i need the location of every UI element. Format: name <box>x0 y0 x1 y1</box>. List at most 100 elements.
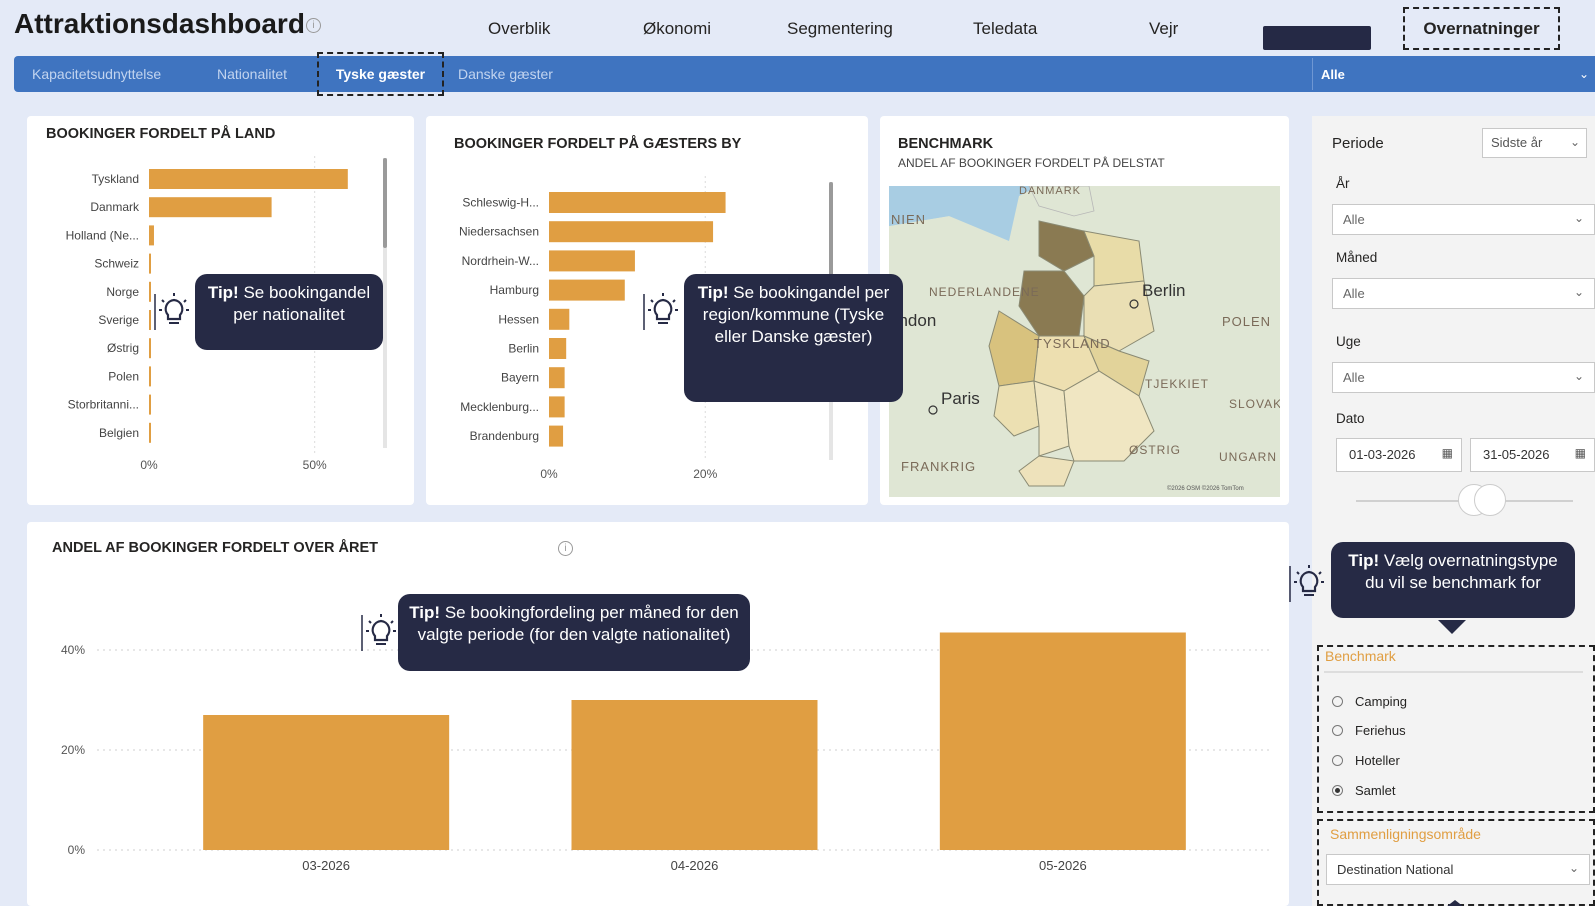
bar <box>149 253 151 274</box>
tip-text: Se bookingfordeling per måned for den va… <box>417 603 739 644</box>
bar <box>149 169 348 189</box>
category-label: Hessen <box>498 312 539 326</box>
bar <box>149 422 151 443</box>
category-label: Berlin <box>508 342 539 356</box>
date-from-value: 01-03-2026 <box>1349 447 1416 462</box>
tip-label: Tip! <box>409 603 441 622</box>
tip-benchmark: Tip! Vælg overnatningstype du vil se ben… <box>1331 542 1575 618</box>
map-label: SLOVAK <box>1229 397 1280 411</box>
aar-value: Alle <box>1343 212 1365 227</box>
radio-label: Samlet <box>1355 783 1396 798</box>
date-to-value: 31-05-2026 <box>1483 447 1550 462</box>
radio-feriehus[interactable]: Feriehus <box>1332 723 1406 738</box>
radio-button-selected[interactable] <box>1332 785 1343 796</box>
nav-overblik[interactable]: Overblik <box>488 19 550 39</box>
filter-panel: Periode Sidste år ⌄ År Alle ⌄ Måned Alle ⌄ … <box>1312 116 1595 906</box>
chevron-down-icon: ⌄ <box>1568 861 1579 875</box>
y-tick-label: 0% <box>68 843 86 857</box>
bar <box>549 425 564 447</box>
tip-region: Tip! Se bookingandel per region/kommune … <box>684 274 903 402</box>
x-tick-label: 50% <box>303 458 327 472</box>
category-label: Danmark <box>90 200 140 214</box>
calendar-icon[interactable]: ▦ <box>1442 446 1453 460</box>
bar <box>203 715 450 850</box>
nav-segmentering[interactable]: Segmentering <box>787 19 893 39</box>
bar <box>149 281 151 302</box>
radio-label: Camping <box>1355 694 1408 709</box>
card-subtitle: ANDEL AF BOOKINGER FORDELT PÅ DELSTAT <box>898 156 1165 170</box>
bar <box>549 250 635 272</box>
slider-handle-end[interactable] <box>1474 484 1506 516</box>
radio-hoteller[interactable]: Hoteller <box>1332 753 1400 768</box>
radio-label: Feriehus <box>1355 723 1406 738</box>
date-from-input[interactable]: 01-03-2026 ▦ <box>1336 438 1462 472</box>
radio-camping[interactable]: Camping <box>1332 694 1407 709</box>
tab-tyske-gaester[interactable]: Tyske gæster <box>317 52 444 96</box>
category-label: Sverige <box>98 313 139 327</box>
tip-nationality: Tip! Se bookingandel per nationalitet <box>195 274 383 350</box>
aar-label: År <box>1336 176 1350 191</box>
category-label: Hamburg <box>490 283 539 297</box>
nav-okonomi[interactable]: Økonomi <box>643 19 711 39</box>
omraade-select[interactable]: Destination National ⌄ <box>1326 854 1590 885</box>
calendar-icon[interactable]: ▦ <box>1575 446 1586 460</box>
radio-label: Hoteller <box>1355 753 1400 768</box>
chevron-down-icon: ⌄ <box>1569 135 1580 149</box>
bar <box>549 308 570 330</box>
periode-select[interactable]: Sidste år ⌄ <box>1482 128 1587 158</box>
nav-teledata[interactable]: Teledata <box>973 19 1037 39</box>
category-label: Mecklenburg... <box>460 400 539 414</box>
nationality-select[interactable]: Alle <box>1312 58 1595 90</box>
chevron-down-icon: ⌄ <box>1573 369 1584 383</box>
radio-button[interactable] <box>1332 696 1343 707</box>
category-label: Østrig <box>107 341 139 355</box>
benchmark-label: Benchmark <box>1325 648 1396 664</box>
map-label: DANMARK <box>1019 186 1081 197</box>
x-tick-label: 04-2026 <box>671 858 719 873</box>
y-tick-label: 40% <box>61 643 85 657</box>
maaned-select[interactable]: Alle ⌄ <box>1332 278 1595 309</box>
category-label: Belgien <box>99 426 139 440</box>
benchmark-card: BENCHMARK ANDEL AF BOOKINGER FORDELT PÅ … <box>880 116 1289 505</box>
map-label: FRANKRIG <box>901 459 976 474</box>
tip-label: Tip! <box>697 283 729 302</box>
category-label: Bayern <box>501 371 539 385</box>
map-attribution: ©2026 OSM ©2026 TomTom <box>1167 485 1244 492</box>
aar-select[interactable]: Alle ⌄ <box>1332 204 1595 235</box>
nav-redacted-item[interactable] <box>1263 26 1371 50</box>
category-label: Holland (Ne... <box>66 228 139 242</box>
radio-samlet[interactable]: Samlet <box>1332 783 1395 798</box>
category-label: Nordrhein-W... <box>462 254 539 268</box>
lightbulb-icon <box>1289 565 1324 602</box>
periode-label: Periode <box>1332 135 1384 152</box>
benchmark-map[interactable]: DANMARK NIEN NEDERLANDENE Berlin ondon P… <box>889 186 1280 497</box>
card-title: BENCHMARK <box>898 136 994 152</box>
category-label: Storbritanni... <box>68 398 139 412</box>
category-label: Polen <box>108 369 139 383</box>
radio-button[interactable] <box>1332 725 1343 736</box>
chevron-down-icon: ⌄ <box>1578 67 1589 81</box>
tip-text: Se bookingandel per region/kommune (Tysk… <box>702 283 890 346</box>
bar <box>549 221 714 243</box>
tip-text: Vælg overnatningstype du vil se benchmar… <box>1365 551 1558 592</box>
arrow-down-icon <box>1438 620 1466 634</box>
bar <box>571 700 818 850</box>
chevron-down-icon: ⌄ <box>1573 211 1584 225</box>
info-icon[interactable]: i <box>306 18 321 33</box>
arrow-up-icon <box>1446 900 1464 906</box>
category-label: Niedersachsen <box>459 225 539 239</box>
map-label: NEDERLANDENE <box>929 285 1040 299</box>
monthly-bar-chart: 0% 20% 40% 03-2026 04-2026 05-2026 <box>61 632 1272 873</box>
nav-overnatninger[interactable]: Overnatninger <box>1403 7 1560 50</box>
category-label: Schleswig-H... <box>462 196 539 210</box>
tab-danske-gaester[interactable]: Danske gæster <box>458 66 553 82</box>
tip-text: Se bookingandel per nationalitet <box>233 283 371 324</box>
tab-kapacitetsudnyttelse[interactable]: Kapacitetsudnyttelse <box>32 66 161 82</box>
date-to-input[interactable]: 31-05-2026 ▦ <box>1470 438 1595 472</box>
category-label: Schweiz <box>94 257 139 271</box>
tab-nationalitet[interactable]: Nationalitet <box>217 66 287 82</box>
maaned-label: Måned <box>1336 250 1378 265</box>
radio-button[interactable] <box>1332 755 1343 766</box>
uge-select[interactable]: Alle ⌄ <box>1332 362 1595 393</box>
nav-vejr[interactable]: Vejr <box>1149 19 1178 39</box>
